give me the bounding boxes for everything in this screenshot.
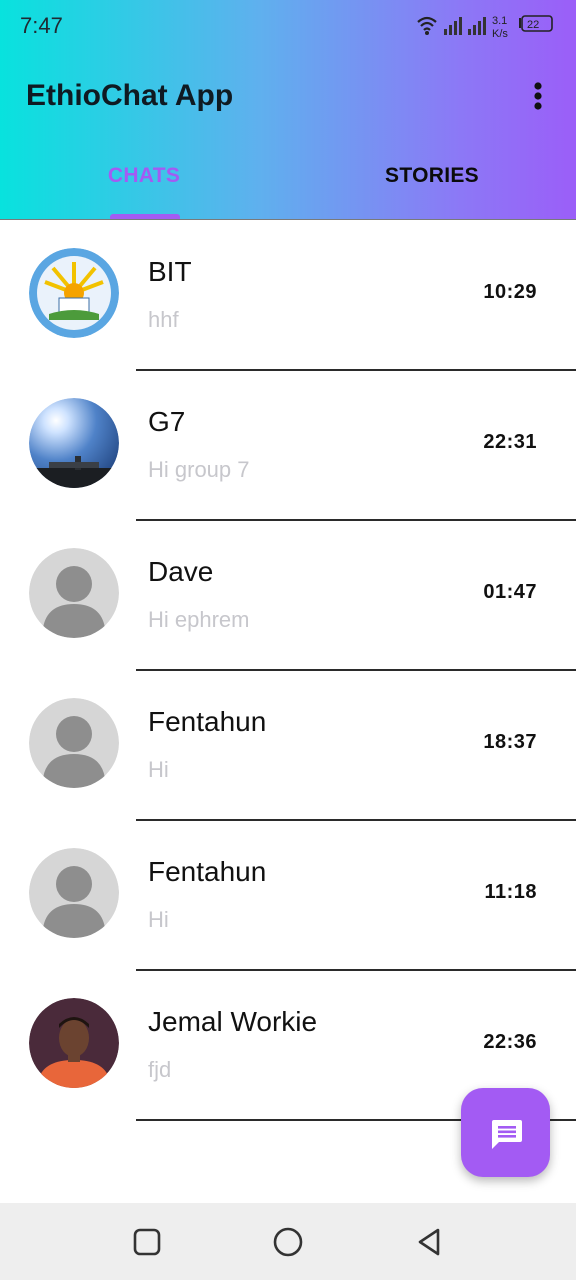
recents-button[interactable] — [130, 1225, 164, 1259]
signal-icon-2 — [468, 17, 486, 35]
status-time: 7:47 — [20, 13, 63, 38]
chat-preview: Hi ephrem — [148, 607, 250, 632]
chat-name: Fentahun — [148, 856, 267, 887]
chat-name: Fentahun — [148, 706, 267, 737]
battery-level: 22 — [527, 19, 539, 31]
avatar — [29, 548, 119, 638]
avatar — [29, 248, 119, 338]
chat-name: Jemal Workie — [148, 1006, 318, 1037]
chat-preview: Hi — [148, 907, 169, 932]
signal-icon-1 — [444, 17, 462, 35]
chat-time: 18:37 — [483, 731, 537, 753]
back-triangle-icon — [418, 1228, 440, 1256]
chat-preview: fjd — [148, 1057, 172, 1082]
chat-preview: Hi — [148, 757, 169, 782]
new-message-button[interactable] — [461, 1088, 550, 1177]
sky-photo-icon — [29, 398, 119, 488]
chat-time: 01:47 — [483, 581, 537, 603]
chat-time: 22:36 — [483, 1031, 537, 1053]
recents-square-icon — [133, 1228, 161, 1256]
tab-chats[interactable]: CHATS — [60, 164, 228, 220]
chat-row-g7[interactable]: G7 Hi group 7 22:31 — [0, 371, 576, 521]
more-vert-icon — [534, 82, 542, 110]
back-button[interactable] — [412, 1225, 446, 1259]
chat-list: BIT hhf 10:29 G7 Hi group 7 22:31 Dave H… — [0, 221, 576, 1121]
chat-row-dave[interactable]: Dave Hi ephrem 01:47 — [0, 521, 576, 671]
chat-row-fentahun-2[interactable]: Fentahun Hi 11:18 — [0, 821, 576, 971]
chat-row-fentahun-1[interactable]: Fentahun Hi 18:37 — [0, 671, 576, 821]
message-icon — [492, 1120, 522, 1149]
person-photo-icon — [29, 998, 119, 1088]
default-person-icon — [29, 698, 119, 788]
wifi-icon — [417, 16, 437, 35]
home-button[interactable] — [271, 1225, 305, 1259]
chat-preview: Hi group 7 — [148, 457, 250, 482]
active-tab-indicator — [110, 214, 180, 219]
system-nav-bar — [0, 1203, 576, 1280]
chat-name: Dave — [148, 556, 214, 587]
app-header: 7:47 3.1 K/s 22 EthioChat App CHATS STOR… — [0, 0, 576, 220]
avatar — [29, 398, 119, 488]
chat-time: 11:18 — [484, 881, 537, 903]
net-speed-value: 3.1 — [492, 15, 507, 27]
more-options-button[interactable] — [522, 80, 554, 114]
chat-name: G7 — [148, 406, 186, 437]
tab-stories[interactable]: STORIES — [348, 164, 516, 220]
chat-preview: hhf — [148, 307, 179, 332]
chat-name: BIT — [148, 256, 192, 287]
app-title: EthioChat App — [26, 79, 234, 112]
default-person-icon — [29, 548, 119, 638]
home-circle-icon — [273, 1227, 303, 1257]
avatar — [29, 698, 119, 788]
chat-time: 10:29 — [483, 281, 537, 303]
default-person-icon — [29, 848, 119, 938]
avatar — [29, 848, 119, 938]
chat-row-bit[interactable]: BIT hhf 10:29 — [0, 221, 576, 371]
net-speed-unit: K/s — [492, 28, 508, 40]
bit-logo-icon — [29, 248, 119, 338]
status-icons: 3.1 K/s 22 — [416, 12, 556, 42]
battery-icon: 22 — [519, 15, 553, 32]
chat-time: 22:31 — [483, 431, 537, 453]
avatar — [29, 998, 119, 1088]
